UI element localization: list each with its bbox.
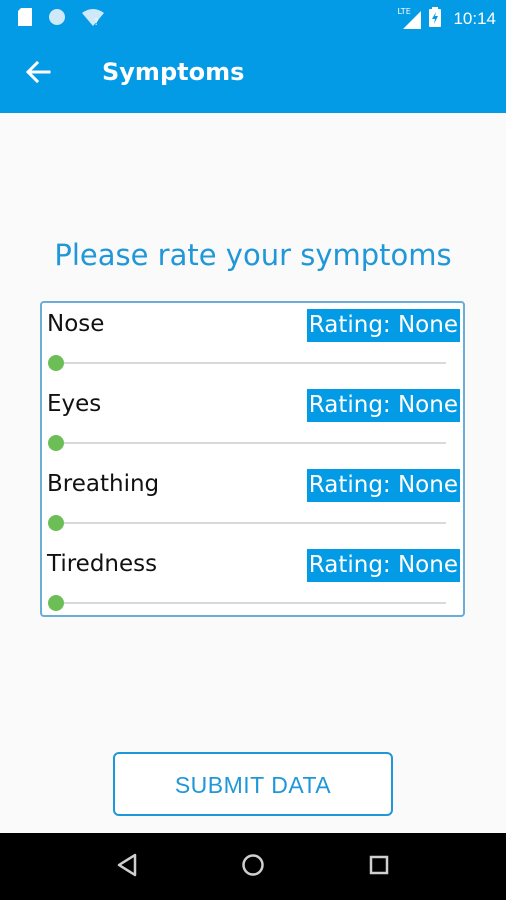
slider-track: [56, 442, 446, 444]
rating-badge: Rating: None: [306, 389, 460, 422]
slider-thumb[interactable]: [48, 435, 64, 451]
slider-track: [56, 602, 446, 604]
status-bar: ? LTE 10:14: [0, 0, 506, 36]
slider-thumb[interactable]: [48, 355, 64, 371]
system-nav-bar: [0, 833, 506, 900]
nav-back-button[interactable]: [109, 849, 145, 885]
symptoms-card: Nose Rating: None Eyes Rating: None Brea…: [40, 301, 465, 617]
symptom-slider-tiredness[interactable]: [48, 593, 446, 613]
symptom-label: Nose: [47, 311, 105, 337]
battery-icon: [429, 7, 442, 31]
status-right-icons: LTE 10:14: [397, 7, 496, 31]
page-title: Symptoms: [102, 58, 245, 86]
back-button[interactable]: [20, 56, 56, 92]
symptom-label: Breathing: [47, 471, 160, 497]
slider-track: [56, 522, 446, 524]
arrow-left-icon: [25, 59, 51, 89]
symptom-label: Eyes: [47, 391, 102, 417]
nav-recents-button[interactable]: [361, 849, 397, 885]
home-circle-icon: [241, 853, 265, 881]
submit-data-button[interactable]: SUBMIT DATA: [113, 752, 393, 816]
rating-badge: Rating: None: [306, 549, 460, 582]
symptom-row-nose: Nose Rating: None: [42, 303, 463, 383]
symptom-row-breathing: Breathing Rating: None: [42, 463, 463, 543]
symptom-slider-nose[interactable]: [48, 353, 446, 373]
status-time: 10:14: [453, 9, 496, 28]
slider-thumb[interactable]: [48, 515, 64, 531]
symptom-row-tiredness: Tiredness Rating: None: [42, 543, 463, 623]
symptom-row-eyes: Eyes Rating: None: [42, 383, 463, 463]
symptom-slider-eyes[interactable]: [48, 433, 446, 453]
wifi-icon: ?: [82, 8, 104, 30]
signal-icon: LTE: [397, 7, 422, 29]
recents-square-icon: [369, 855, 389, 879]
sd-card-icon: [18, 8, 32, 30]
status-left-icons: ?: [18, 8, 104, 30]
rating-badge: Rating: None: [306, 469, 460, 502]
rating-prompt: Please rate your symptoms: [54, 238, 452, 272]
slider-track: [56, 362, 446, 364]
symptom-slider-breathing[interactable]: [48, 513, 446, 533]
nav-home-button[interactable]: [235, 849, 271, 885]
rating-badge: Rating: None: [306, 309, 460, 342]
back-triangle-icon: [116, 853, 138, 881]
app-bar: Symptoms: [0, 36, 506, 113]
svg-text:?: ?: [94, 18, 99, 26]
notification-dot-icon: [48, 8, 66, 30]
symptom-label: Tiredness: [47, 551, 158, 577]
slider-thumb[interactable]: [48, 595, 64, 611]
